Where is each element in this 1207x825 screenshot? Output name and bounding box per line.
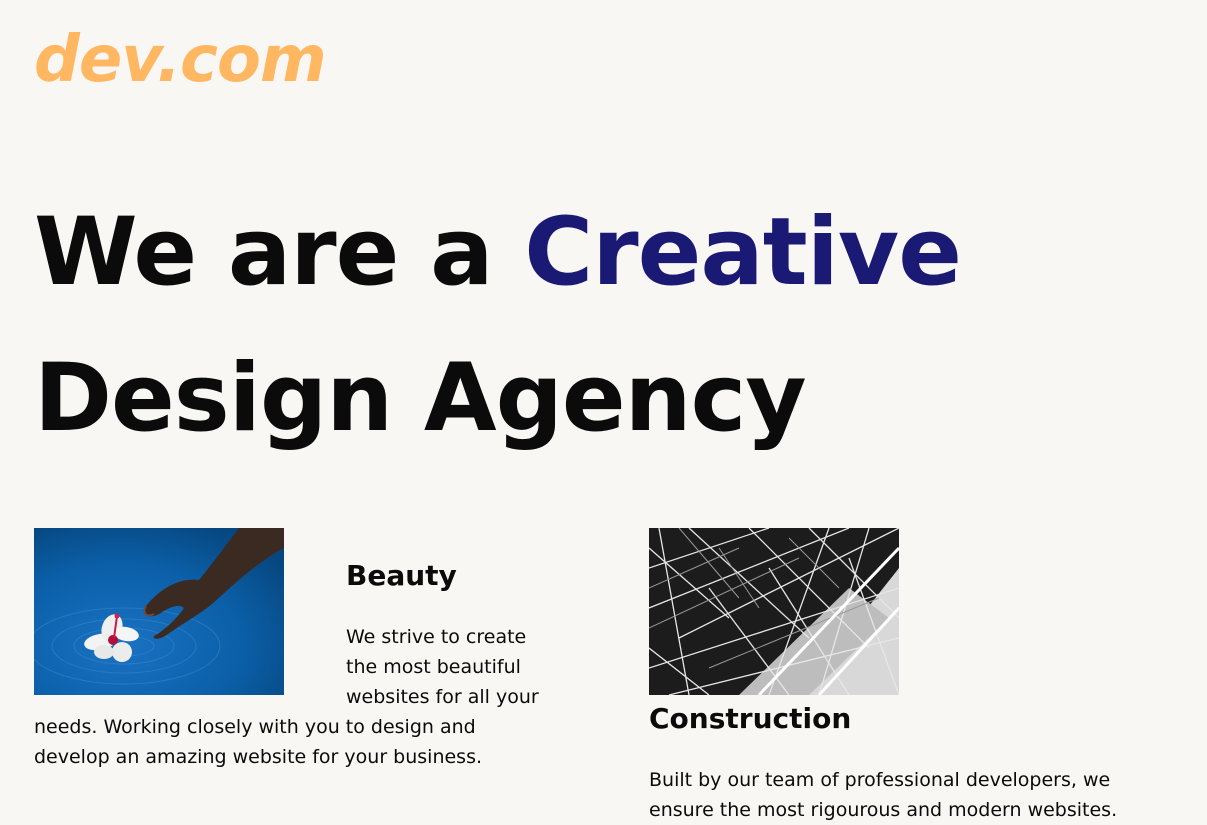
hero-line1-prefix: We are a (34, 198, 525, 307)
hero-accent-word: Creative (524, 198, 962, 307)
hero-line2: Design Agency (34, 344, 807, 453)
construction-image (649, 528, 899, 695)
beauty-image (34, 528, 284, 695)
hero-title: We are a Creative Design Agency (34, 180, 962, 472)
logo-link[interactable]: dev.com (34, 20, 327, 100)
construction-title: Construction (649, 702, 852, 735)
beauty-card: Beauty We strive to create the most beau… (34, 528, 544, 772)
construction-card: Construction Built by our team of profes… (649, 528, 1169, 825)
construction-description: Built by our team of professional develo… (649, 769, 1118, 821)
